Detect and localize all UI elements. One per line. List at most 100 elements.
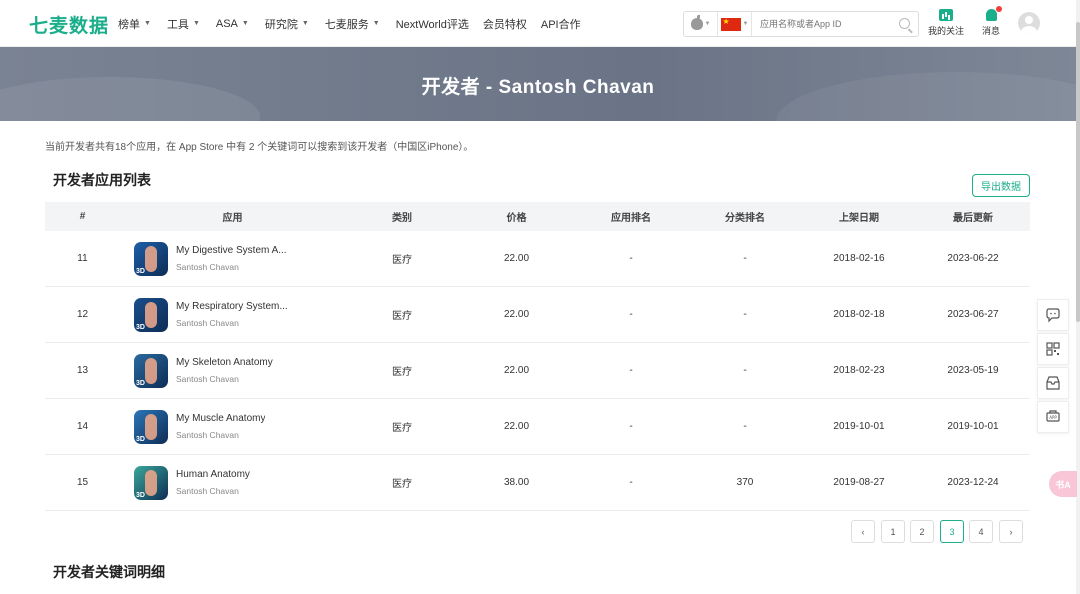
category-rank: - bbox=[743, 309, 747, 320]
developer-summary: 当前开发者共有18个应用，在 App Store 中有 2 个关键词可以搜索到该… bbox=[45, 142, 474, 153]
respiratory-system-icon[interactable]: 3D bbox=[134, 297, 168, 332]
nav-research[interactable]: 研究院 ▼ bbox=[265, 16, 309, 32]
apps-table: # 应用 类别 价格 应用排名 分类排名 上架日期 最后更新 11 3D My Di… bbox=[45, 202, 1030, 511]
app-cell[interactable]: 3D My Respiratory System... Santosh Chavan bbox=[120, 297, 345, 332]
app-price: 38.00 bbox=[503, 477, 530, 488]
prev-page-button[interactable]: ‹ bbox=[851, 520, 875, 543]
nav-api[interactable]: API合作 bbox=[541, 16, 581, 32]
app-name-link[interactable]: My Muscle Anatomy bbox=[176, 413, 265, 424]
release-date: 2018-02-16 bbox=[833, 253, 885, 264]
last-updated: 2023-06-22 bbox=[947, 253, 999, 264]
nav-nextworld[interactable]: NextWorld评选 bbox=[396, 16, 469, 32]
muscle-icon[interactable]: 3D bbox=[134, 409, 168, 444]
skeleton-icon[interactable]: 3D bbox=[134, 353, 168, 388]
table-row[interactable]: 15 3D Human Anatomy Santosh Chavan 医疗 38.00 - 3… bbox=[45, 455, 1030, 511]
feedback-button[interactable] bbox=[1037, 367, 1069, 399]
column-header[interactable]: 类别 bbox=[345, 209, 459, 224]
search-input[interactable] bbox=[760, 19, 890, 29]
nav-asa[interactable]: ASA ▼ bbox=[216, 18, 249, 30]
row-rank: 14 bbox=[76, 421, 89, 432]
avatar[interactable] bbox=[1018, 12, 1040, 34]
column-header[interactable]: 分类排名 bbox=[688, 209, 802, 224]
app-cell[interactable]: 3D My Muscle Anatomy Santosh Chavan bbox=[120, 409, 345, 444]
app-developer: Santosh Chavan bbox=[176, 318, 239, 328]
translate-float-button[interactable]: 书A bbox=[1049, 471, 1077, 497]
row-rank: 12 bbox=[76, 309, 89, 320]
row-rank: 13 bbox=[76, 365, 89, 376]
app-cell[interactable]: 3D Human Anatomy Santosh Chavan bbox=[120, 465, 345, 500]
human-anatomy-icon[interactable]: 3D bbox=[134, 465, 168, 500]
page-scrollbar[interactable] bbox=[1076, 0, 1080, 594]
nav-label: 会员特权 bbox=[482, 18, 527, 31]
app-price: 22.00 bbox=[503, 309, 530, 320]
next-page-button[interactable]: › bbox=[999, 520, 1023, 543]
column-header[interactable]: # bbox=[45, 211, 120, 222]
row-rank: 11 bbox=[77, 253, 88, 264]
table-row[interactable]: 14 3D My Muscle Anatomy Santosh Chavan 医疗 22.… bbox=[45, 399, 1030, 455]
digestive-system-icon[interactable]: 3D bbox=[134, 241, 168, 276]
category-rank: - bbox=[743, 421, 747, 432]
side-toolbar: APP bbox=[1037, 299, 1069, 435]
release-date: 2019-10-01 bbox=[833, 421, 885, 432]
category-rank: - bbox=[743, 253, 747, 264]
page-button-1[interactable]: 1 bbox=[881, 520, 905, 543]
column-header[interactable]: 应用 bbox=[120, 209, 345, 224]
china-flag-icon bbox=[720, 17, 741, 31]
app-cell[interactable]: 3D My Skeleton Anatomy Santosh Chavan bbox=[120, 353, 345, 388]
app-icon: APP bbox=[1046, 410, 1060, 422]
export-data-button[interactable]: 导出数据 bbox=[972, 174, 1030, 197]
table-row[interactable]: 11 3D My Digestive System A... Santosh Chav… bbox=[45, 231, 1030, 287]
release-date: 2018-02-18 bbox=[833, 309, 885, 320]
anatomy-figure bbox=[145, 245, 157, 272]
search-bar: ▼ ▼ bbox=[683, 11, 919, 37]
app-name-link[interactable]: My Respiratory System... bbox=[176, 301, 288, 312]
nav-membership[interactable]: 会员特权 bbox=[483, 16, 527, 32]
category-rank: 370 bbox=[736, 477, 754, 488]
anatomy-figure bbox=[145, 357, 157, 384]
table-row[interactable]: 12 3D My Respiratory System... Santosh Chav… bbox=[45, 287, 1030, 343]
page-button-2[interactable]: 2 bbox=[910, 520, 934, 543]
column-header[interactable]: 上架日期 bbox=[802, 209, 916, 224]
column-header[interactable]: 最后更新 bbox=[916, 209, 1030, 224]
chat-support-button[interactable] bbox=[1037, 299, 1069, 331]
search-icon[interactable] bbox=[899, 18, 910, 29]
top-navbar: 七麦数据 榜单 ▼ 工具 ▼ ASA ▼ 研究院 ▼ 七麦服务 ▼ NextWorld评选… bbox=[0, 0, 1076, 47]
app-name-link[interactable]: Human Anatomy bbox=[176, 469, 250, 480]
site-logo[interactable]: 七麦数据 bbox=[29, 11, 109, 38]
app-developer: Santosh Chavan bbox=[176, 262, 239, 272]
app-info: My Respiratory System... Santosh Chavan bbox=[176, 301, 288, 328]
column-header[interactable]: 价格 bbox=[459, 209, 574, 224]
app-rank: - bbox=[629, 421, 633, 432]
page-button-4[interactable]: 4 bbox=[969, 520, 993, 543]
scrollbar-thumb[interactable] bbox=[1076, 22, 1080, 322]
nav-tools[interactable]: 工具 ▼ bbox=[167, 16, 200, 32]
page-button-3-current[interactable]: 3 bbox=[940, 520, 964, 543]
anatomy-figure bbox=[145, 413, 157, 440]
my-follow-button[interactable]: 我的关注 bbox=[928, 9, 964, 37]
last-updated: 2023-06-27 bbox=[947, 309, 999, 320]
3d-tag: 3D bbox=[136, 491, 145, 499]
messages-button[interactable]: 消息 bbox=[982, 6, 1002, 37]
app-rank: - bbox=[629, 365, 633, 376]
app-cell[interactable]: 3D My Digestive System A... Santosh Chavan bbox=[120, 241, 345, 276]
app-price: 22.00 bbox=[503, 365, 530, 376]
country-select[interactable]: ▼ bbox=[718, 12, 752, 36]
developer-banner: 开发者 - Santosh Chavan bbox=[0, 47, 1076, 121]
qrcode-button[interactable] bbox=[1037, 333, 1069, 365]
table-row[interactable]: 13 3D My Skeleton Anatomy Santosh Chavan 医疗 2… bbox=[45, 343, 1030, 399]
3d-tag: 3D bbox=[136, 267, 145, 275]
nav-services[interactable]: 七麦服务 ▼ bbox=[325, 16, 380, 32]
chevron-down-icon: ▼ bbox=[372, 20, 380, 27]
svg-text:APP: APP bbox=[1049, 415, 1057, 420]
table-body: 11 3D My Digestive System A... Santosh Chav… bbox=[45, 231, 1030, 511]
table-header: # 应用 类别 价格 应用排名 分类排名 上架日期 最后更新 bbox=[45, 202, 1030, 231]
column-header[interactable]: 应用排名 bbox=[574, 209, 688, 224]
app-download-button[interactable]: APP bbox=[1037, 401, 1069, 433]
app-name-link[interactable]: My Digestive System A... bbox=[176, 245, 287, 256]
platform-select[interactable]: ▼ bbox=[684, 12, 718, 36]
nav-label: 工具 bbox=[166, 18, 189, 31]
nav-rankings[interactable]: 榜单 ▼ bbox=[118, 16, 151, 32]
release-date: 2019-08-27 bbox=[833, 477, 885, 488]
app-name-link[interactable]: My Skeleton Anatomy bbox=[176, 357, 273, 368]
app-developer: Santosh Chavan bbox=[176, 486, 239, 496]
